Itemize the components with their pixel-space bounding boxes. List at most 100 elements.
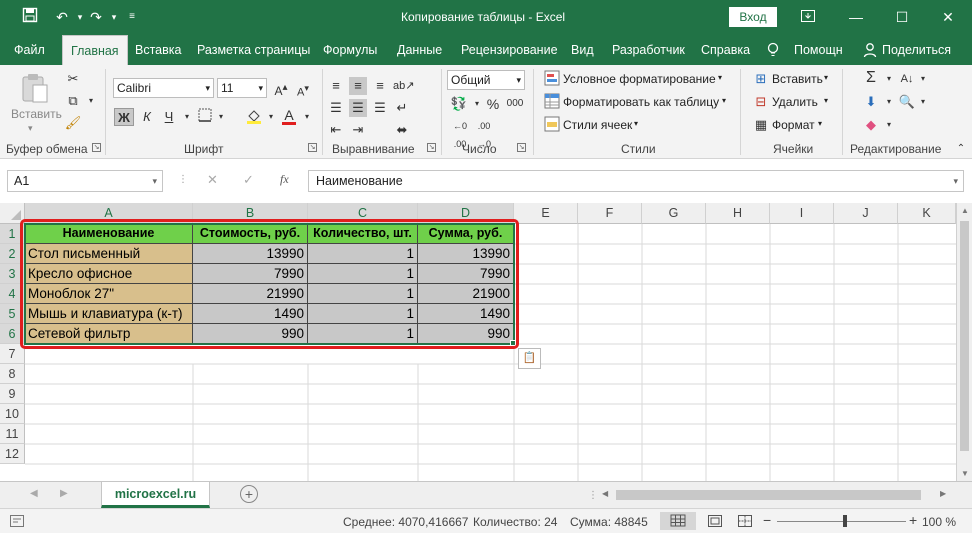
font-color-icon[interactable]: A bbox=[280, 106, 298, 125]
enter-icon[interactable]: ✓ bbox=[243, 172, 254, 188]
align-bottom-icon[interactable]: ≡ bbox=[371, 77, 389, 95]
increase-decimal-icon[interactable]: ←0.00 bbox=[450, 117, 470, 149]
delete-cells-icon[interactable]: ⊟ bbox=[752, 93, 770, 111]
chevron-down-icon[interactable]: ▾ bbox=[824, 96, 828, 105]
collapse-ribbon-icon[interactable]: ⌃ bbox=[952, 140, 970, 158]
undo-icon[interactable]: ↶ bbox=[52, 7, 72, 27]
redo-icon[interactable]: ↷ bbox=[86, 7, 106, 27]
font-name-field[interactable]: Calibri ▾ bbox=[113, 78, 214, 98]
row-header[interactable]: 8 bbox=[0, 364, 25, 384]
fill-dropdown-icon[interactable]: ▾ bbox=[262, 108, 280, 126]
autosum-icon[interactable]: Σ bbox=[862, 69, 880, 87]
add-sheet-button[interactable]: + bbox=[240, 485, 258, 503]
scroll-right-icon[interactable]: ▶ bbox=[940, 489, 946, 498]
scroll-thumb[interactable] bbox=[960, 221, 969, 451]
copy-dropdown-icon[interactable]: ▾ bbox=[82, 92, 100, 110]
minimize-icon[interactable]: — bbox=[833, 0, 879, 35]
chevron-down-icon[interactable]: ▾ bbox=[718, 73, 722, 82]
row-header[interactable]: 9 bbox=[0, 384, 25, 404]
column-header[interactable]: E bbox=[514, 203, 578, 224]
scroll-down-icon[interactable]: ▼ bbox=[961, 469, 969, 478]
orientation-icon[interactable]: ab↗ bbox=[393, 77, 414, 95]
tab-data[interactable]: Данные bbox=[397, 35, 442, 65]
format-painter-icon[interactable]: 🖌 bbox=[64, 114, 82, 132]
close-icon[interactable]: ✕ bbox=[925, 0, 971, 35]
insert-function-icon[interactable]: fx bbox=[280, 172, 289, 187]
name-box[interactable]: A1 ▾ bbox=[7, 170, 163, 192]
clear-icon[interactable]: ◆ bbox=[862, 116, 880, 134]
tab-tell-me[interactable]: Помощн bbox=[794, 35, 843, 65]
fill-dropdown-icon[interactable]: ▾ bbox=[880, 93, 898, 111]
fill-color-icon[interactable] bbox=[245, 108, 263, 126]
font-launcher-icon[interactable]: ↘ bbox=[308, 143, 317, 152]
horizontal-scrollbar[interactable]: ◀ ▶ bbox=[600, 487, 956, 503]
format-as-table-icon[interactable] bbox=[543, 93, 561, 111]
page-break-view-icon[interactable] bbox=[738, 515, 752, 530]
lightbulb-icon[interactable] bbox=[766, 35, 780, 65]
scroll-left-icon[interactable]: ◀ bbox=[602, 489, 608, 498]
font-color-dropdown-icon[interactable]: ▾ bbox=[298, 108, 316, 126]
sheet-tab-active[interactable]: microexcel.ru bbox=[101, 482, 210, 508]
scroll-up-icon[interactable]: ▲ bbox=[961, 206, 969, 215]
tab-view[interactable]: Вид bbox=[571, 35, 594, 65]
fill-icon[interactable]: ⬇ bbox=[862, 93, 880, 111]
thousands-button[interactable]: 000 bbox=[504, 95, 526, 113]
format-as-table-button[interactable]: Форматировать как таблицу bbox=[563, 95, 719, 109]
save-icon[interactable] bbox=[20, 7, 40, 27]
worksheet-grid[interactable]: A B C D E F G H I J K 1 2 3 4 5 6 7 8 9 … bbox=[0, 203, 972, 481]
currency-icon[interactable]: 💱 bbox=[450, 95, 468, 113]
chevron-down-icon[interactable]: ▾ bbox=[722, 96, 726, 105]
decrease-decimal-icon[interactable]: .00 →0 bbox=[474, 117, 494, 149]
cut-icon[interactable]: ✂ bbox=[64, 70, 82, 88]
scroll-thumb[interactable] bbox=[616, 490, 921, 500]
redo-dropdown-icon[interactable]: ▾ bbox=[104, 7, 124, 27]
person-icon[interactable] bbox=[863, 35, 877, 65]
underline-dropdown-icon[interactable]: ▾ bbox=[178, 108, 196, 126]
underline-button[interactable]: Ч bbox=[160, 108, 178, 126]
accessibility-icon[interactable] bbox=[10, 515, 24, 527]
copy-icon[interactable]: ⧉ bbox=[64, 92, 82, 110]
borders-dropdown-icon[interactable]: ▾ bbox=[212, 108, 230, 126]
column-header[interactable]: F bbox=[578, 203, 642, 224]
align-right-icon[interactable]: ☰ bbox=[371, 99, 389, 117]
format-cells-icon[interactable]: ▦ bbox=[752, 116, 770, 134]
sort-dropdown-icon[interactable]: ▾ bbox=[914, 70, 932, 88]
chevron-down-icon[interactable]: ▾ bbox=[818, 119, 822, 128]
row-header[interactable]: 12 bbox=[0, 444, 25, 464]
insert-cells-icon[interactable]: ⊞ bbox=[752, 70, 770, 88]
share-button[interactable]: Поделиться bbox=[882, 35, 951, 65]
paste-dropdown-icon[interactable]: ▾ bbox=[28, 123, 33, 134]
column-header[interactable]: H bbox=[706, 203, 770, 224]
font-size-field[interactable]: 11 ▾ bbox=[217, 78, 267, 98]
cancel-icon[interactable]: ✕ bbox=[207, 172, 218, 188]
paste-options-icon[interactable]: 📋 bbox=[518, 348, 541, 369]
tab-home[interactable]: Главная bbox=[62, 35, 128, 65]
percent-button[interactable]: % bbox=[484, 95, 502, 113]
maximize-icon[interactable]: ☐ bbox=[879, 0, 925, 35]
row-header[interactable]: 10 bbox=[0, 404, 25, 424]
customize-qat-icon[interactable]: ≡ bbox=[122, 7, 142, 27]
zoom-slider-thumb[interactable] bbox=[843, 515, 847, 527]
insert-cells-button[interactable]: Вставить bbox=[772, 72, 823, 86]
italic-button[interactable]: К bbox=[138, 108, 156, 126]
tab-file[interactable]: Файл bbox=[14, 35, 45, 65]
clipboard-launcher-icon[interactable]: ↘ bbox=[92, 143, 101, 152]
chevron-down-icon[interactable]: ▾ bbox=[634, 119, 638, 128]
find-dropdown-icon[interactable]: ▾ bbox=[914, 93, 932, 111]
chevron-down-icon[interactable]: ▾ bbox=[824, 73, 828, 82]
decrease-font-icon[interactable]: A▾ bbox=[294, 79, 312, 99]
number-format-field[interactable]: Общий ▾ bbox=[447, 70, 525, 90]
row-header[interactable]: 11 bbox=[0, 424, 25, 444]
tab-help[interactable]: Справка bbox=[701, 35, 750, 65]
decrease-indent-icon[interactable]: ⇤ bbox=[327, 121, 345, 139]
increase-font-icon[interactable]: A▴ bbox=[272, 79, 290, 98]
tab-review[interactable]: Рецензирование bbox=[461, 35, 558, 65]
merge-center-icon[interactable]: ⬌ bbox=[393, 121, 411, 139]
alignment-launcher-icon[interactable]: ↘ bbox=[427, 143, 436, 152]
wrap-text-icon[interactable]: ↵ bbox=[393, 99, 411, 117]
prev-sheet-icon[interactable]: ◀ bbox=[30, 488, 38, 499]
align-top-icon[interactable]: ≡ bbox=[327, 77, 345, 95]
paste-icon[interactable] bbox=[20, 73, 50, 103]
increase-indent-icon[interactable]: ⇥ bbox=[349, 121, 367, 139]
zoom-slider-track[interactable] bbox=[777, 521, 906, 522]
